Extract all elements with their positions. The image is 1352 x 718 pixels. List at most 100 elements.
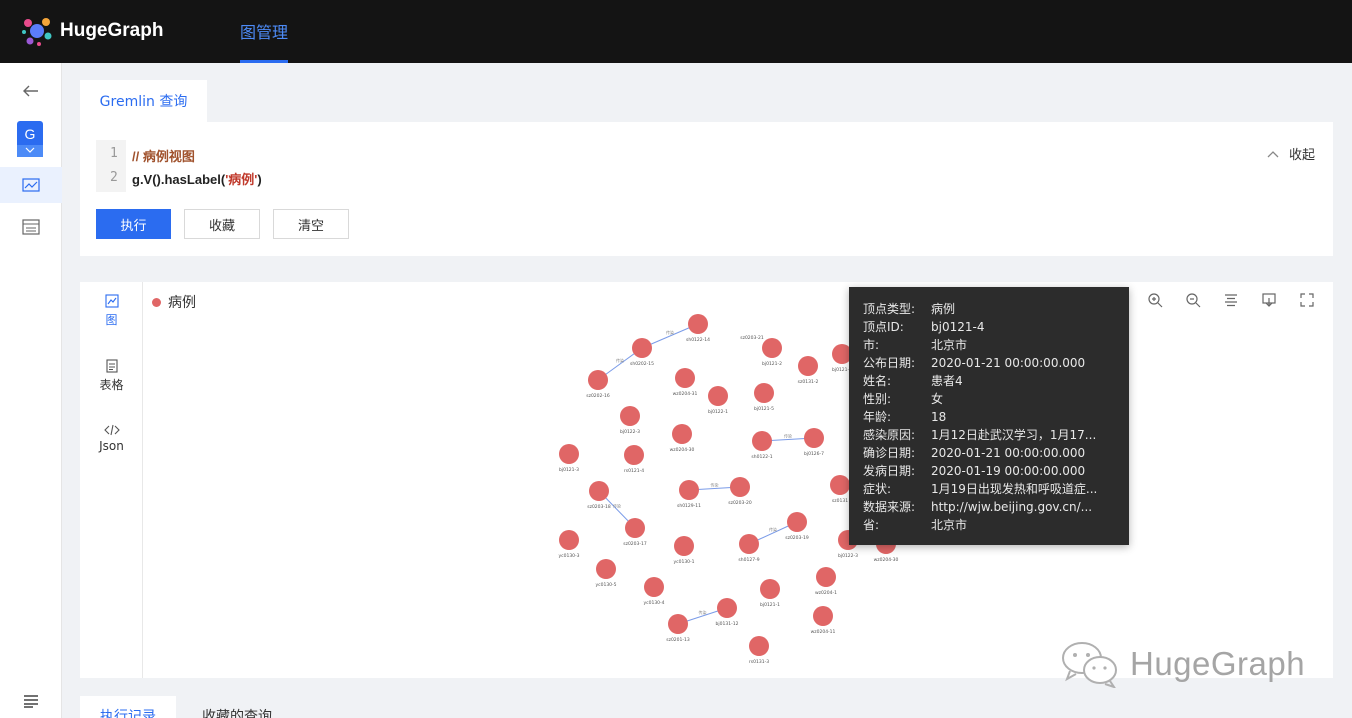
fullscreen-icon[interactable] xyxy=(1299,292,1315,308)
graph-edge-label: 传染 xyxy=(769,526,777,532)
graph-node-label: yc0130-5 xyxy=(595,582,616,588)
graph-node[interactable] xyxy=(632,338,652,358)
graph-node[interactable] xyxy=(589,481,609,501)
hugegraph-logo-icon xyxy=(22,18,52,46)
collapse-button[interactable]: 收起 xyxy=(1267,144,1315,163)
query-editor-panel: 1 2 // 病例视图 g.V().hasLabel('病例') 收起 执行 收… xyxy=(80,122,1333,256)
code-call: g.V().hasLabel( xyxy=(132,172,226,187)
app-logo[interactable]: HugeGraph xyxy=(20,14,163,48)
graph-node[interactable] xyxy=(588,370,608,390)
graph-node-label: rs0121-4 xyxy=(624,468,644,474)
result-panel: 传染 传染 传染 传染 传染 传染 传染 sh0122-14 sz0203-21 sh0202-1… xyxy=(80,282,1333,678)
graph-node[interactable] xyxy=(624,445,644,465)
nav-tab-graph-management[interactable]: 图管理 xyxy=(240,0,289,63)
center-layout-icon[interactable] xyxy=(1223,292,1239,308)
code-line-comment[interactable]: // 病例视图 xyxy=(132,146,195,165)
table-icon xyxy=(22,219,40,235)
graph-badge-letter: G xyxy=(24,126,36,142)
back-button[interactable] xyxy=(0,71,62,111)
graph-legend[interactable]: 病例 xyxy=(152,292,196,312)
graph-node[interactable] xyxy=(816,567,836,587)
graph-node-label: bj0126-7 xyxy=(804,451,824,457)
graph-node[interactable] xyxy=(559,444,579,464)
graph-node[interactable] xyxy=(679,480,699,500)
clear-button[interactable]: 清空 xyxy=(273,209,349,239)
graph-node[interactable] xyxy=(620,406,640,426)
graph-node[interactable] xyxy=(813,606,833,626)
graph-node-label: wz0204-30 xyxy=(670,447,695,453)
graph-selector[interactable]: G xyxy=(17,121,43,157)
view-tab-json[interactable]: Json xyxy=(80,424,143,453)
chart-icon xyxy=(22,178,40,192)
favorite-button[interactable]: 收藏 xyxy=(184,209,260,239)
graph-node[interactable] xyxy=(798,356,818,376)
graph-node-label: sz0131 xyxy=(832,498,848,504)
graph-node[interactable] xyxy=(688,314,708,334)
zoom-in-icon[interactable] xyxy=(1147,292,1163,308)
tooltip-row: 症状: 1月19日出现发热和呼吸道症... xyxy=(863,482,1098,496)
tab-gremlin-query[interactable]: Gremlin 查询 xyxy=(80,80,207,122)
graph-node[interactable] xyxy=(675,368,695,388)
graph-node[interactable] xyxy=(559,530,579,550)
graph-node[interactable] xyxy=(754,383,774,403)
graph-node[interactable] xyxy=(830,475,850,495)
sidebar-item-graph-analysis[interactable] xyxy=(0,167,62,203)
graph-node-label: wz0204-1 xyxy=(815,590,837,596)
code-string: '病例' xyxy=(225,172,258,187)
graph-node-label: sh0122-14 xyxy=(686,337,710,343)
collapse-label: 收起 xyxy=(1288,148,1315,163)
graph-node[interactable] xyxy=(760,579,780,599)
tooltip-row: 年龄: 18 xyxy=(863,410,947,424)
code-line-query[interactable]: g.V().hasLabel('病例') xyxy=(132,169,262,188)
graph-node-label: sz0203-20 xyxy=(728,500,752,506)
graph-node-label: yc0130-3 xyxy=(558,553,579,559)
graph-node-label: sz0203-21 xyxy=(740,335,764,341)
graph-node[interactable] xyxy=(625,518,645,538)
sidebar-item-metadata[interactable] xyxy=(0,209,62,245)
graph-node[interactable] xyxy=(596,559,616,579)
graph-canvas[interactable]: 传染传染传染传染传染传染传染sh0122-14 sz0203-21sh0202-1… xyxy=(80,282,1333,678)
tooltip-row: 确诊日期: 2020-01-21 00:00:00.000 xyxy=(863,446,1086,460)
zoom-out-icon[interactable] xyxy=(1185,292,1201,308)
chevron-down-icon xyxy=(17,145,43,157)
graph-node-label: sz0131-2 xyxy=(798,379,819,385)
graph-node[interactable] xyxy=(717,598,737,618)
tooltip-row: 市: 北京市 xyxy=(863,338,968,352)
tab-execution-history[interactable]: 执行记录 xyxy=(80,696,176,718)
view-label: Json xyxy=(99,439,124,453)
graph-node[interactable] xyxy=(804,428,824,448)
graph-node[interactable] xyxy=(668,614,688,634)
graph-node-label: sh0127-9 xyxy=(738,557,759,563)
top-bar: HugeGraph 图管理 xyxy=(0,0,1352,63)
arrow-left-icon xyxy=(23,85,38,97)
graph-node[interactable] xyxy=(762,338,782,358)
sidebar-menu-toggle[interactable] xyxy=(0,683,62,718)
chevron-up-icon xyxy=(1267,150,1279,157)
graph-node-label: yc0130-1 xyxy=(673,559,694,565)
vertex-tooltip: 顶点类型: 病例 顶点ID: bj0121-4 市: 北京市 公布日期: 2020-01… xyxy=(849,287,1129,545)
graph-node[interactable] xyxy=(730,477,750,497)
tab-favorite-queries[interactable]: 收藏的查询 xyxy=(182,696,292,718)
app-name: HugeGraph xyxy=(60,20,164,41)
graph-node[interactable] xyxy=(739,534,759,554)
graph-node[interactable] xyxy=(787,512,807,532)
graph-node-label: sz0201-13 xyxy=(666,637,690,643)
graph-node-label: sz0203-18 xyxy=(587,504,611,510)
graph-node[interactable] xyxy=(674,536,694,556)
graph-node[interactable] xyxy=(752,431,772,451)
download-icon[interactable] xyxy=(1261,292,1277,308)
execute-button[interactable]: 执行 xyxy=(96,209,171,239)
graph-node[interactable] xyxy=(644,577,664,597)
graph-node[interactable] xyxy=(749,636,769,656)
graph-node[interactable] xyxy=(708,386,728,406)
watermark: HugeGraph xyxy=(1060,640,1305,688)
view-switcher: 图 表格 Json xyxy=(80,282,143,678)
graph-node[interactable] xyxy=(672,424,692,444)
graph-edge-label: 传染 xyxy=(784,433,792,439)
view-tab-table[interactable]: 表格 xyxy=(80,359,143,393)
line-number: 1 xyxy=(110,146,118,161)
graph-node-label: wz0204-11 xyxy=(811,629,836,635)
view-tab-graph[interactable]: 图 xyxy=(80,294,143,328)
code-icon xyxy=(103,424,120,436)
graph-node-label: sz0202-16 xyxy=(586,393,610,399)
